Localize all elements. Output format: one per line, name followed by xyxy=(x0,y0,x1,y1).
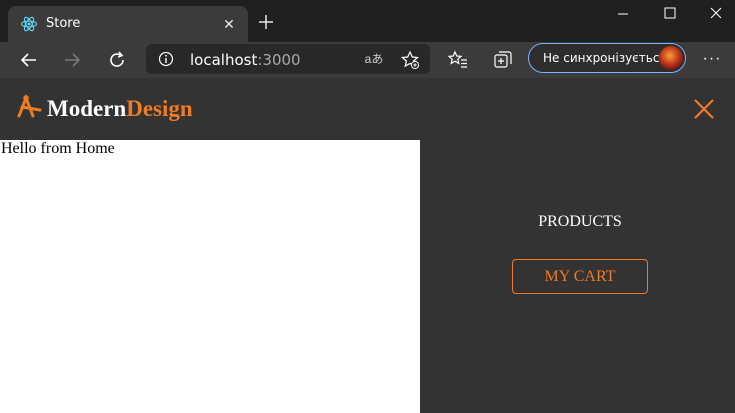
brand-logo-text[interactable]: ModernDesign xyxy=(47,96,193,122)
refresh-icon[interactable] xyxy=(106,49,128,71)
close-menu-icon[interactable] xyxy=(692,97,716,121)
favorites-icon[interactable] xyxy=(447,49,469,71)
maximize-icon[interactable] xyxy=(660,4,680,24)
info-icon[interactable] xyxy=(158,51,174,67)
side-menu: PRODUCTS MY CART xyxy=(420,140,735,413)
window-close-icon[interactable] xyxy=(706,4,726,24)
browser-tabstrip: Store ✕ xyxy=(0,0,735,42)
browser-tab[interactable]: Store ✕ xyxy=(8,6,248,42)
brand-part-2: Design xyxy=(126,96,193,121)
forward-arrow-icon[interactable] xyxy=(61,49,83,71)
profile-sync-button[interactable]: Не синхронізується xyxy=(528,43,686,73)
brand-part-1: Modern xyxy=(47,96,127,121)
minimize-icon[interactable] xyxy=(613,4,633,24)
address-url[interactable]: localhost:3000 xyxy=(190,51,301,69)
browser-toolbar: localhost:3000 aあ Не синхронізується ··· xyxy=(0,42,735,78)
logo-icon[interactable] xyxy=(15,93,43,119)
read-aloud-icon[interactable]: aあ xyxy=(364,49,384,69)
back-arrow-icon[interactable] xyxy=(18,49,40,71)
my-cart-button[interactable]: MY CART xyxy=(512,259,648,294)
collections-icon[interactable] xyxy=(492,49,514,71)
main-content: Hello from Home xyxy=(0,140,420,413)
tab-title: Store xyxy=(46,16,81,31)
add-favorite-icon[interactable] xyxy=(400,50,420,70)
site-header: ModernDesign xyxy=(0,78,735,140)
sync-status-label: Не синхронізується xyxy=(543,51,667,65)
menu-item-products[interactable]: PRODUCTS xyxy=(420,213,735,231)
tab-close-button[interactable]: ✕ xyxy=(220,15,238,33)
avatar xyxy=(659,46,683,70)
address-port: :3000 xyxy=(257,51,301,69)
plus-icon[interactable] xyxy=(256,12,276,32)
home-message: Hello from Home xyxy=(1,140,115,157)
settings-menu-button[interactable]: ··· xyxy=(701,49,723,71)
address-bar[interactable]: localhost:3000 aあ xyxy=(146,44,430,74)
address-host: localhost xyxy=(190,51,258,69)
react-favicon-icon xyxy=(20,16,38,32)
